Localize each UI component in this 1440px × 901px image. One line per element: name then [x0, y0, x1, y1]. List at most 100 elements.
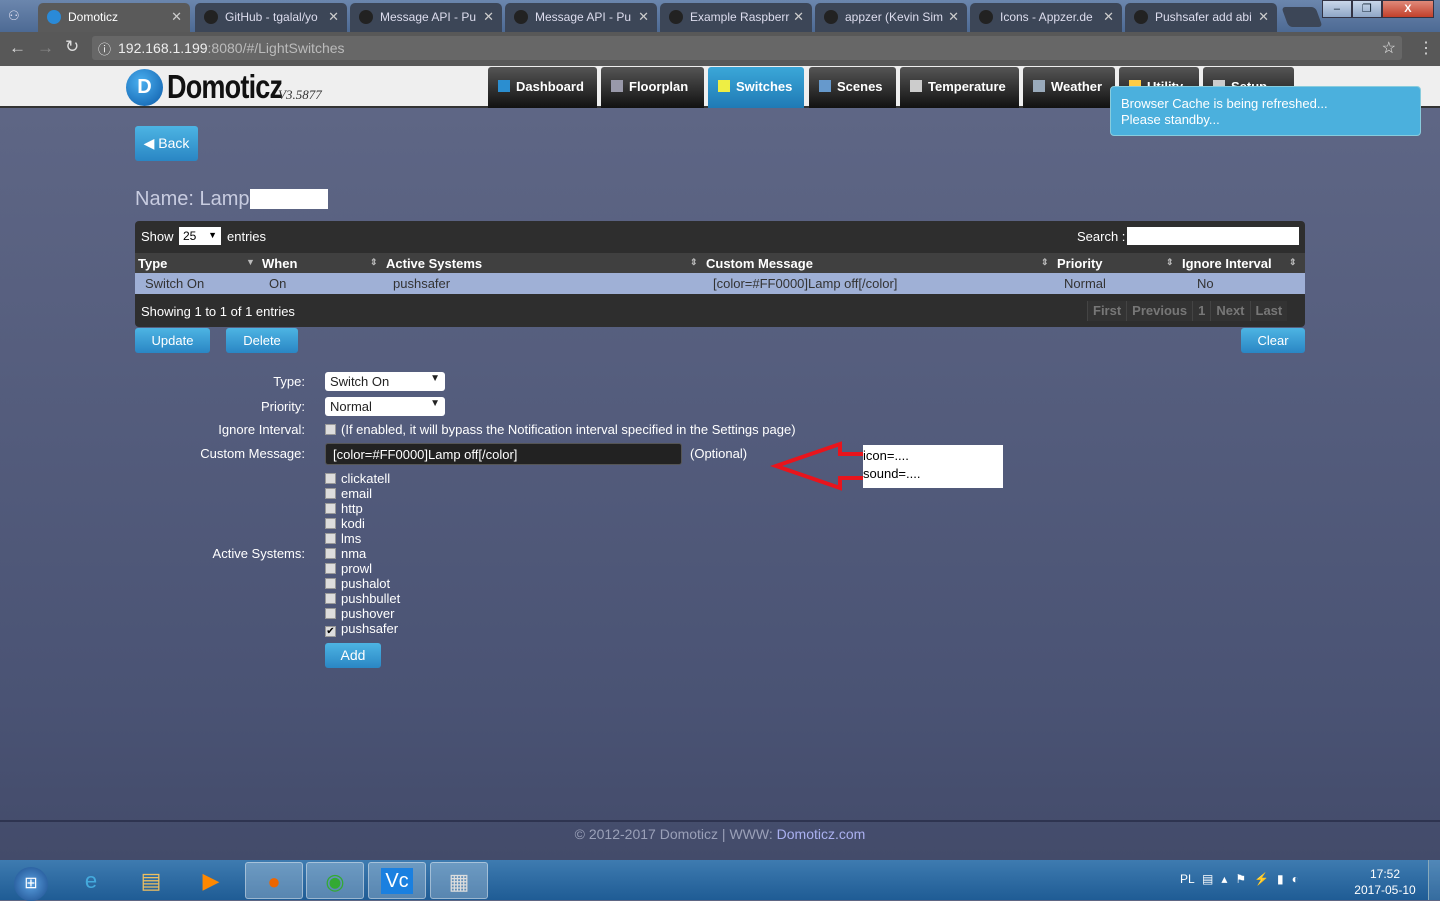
sort-icon[interactable]: ⇕: [690, 257, 698, 268]
tab-close-icon[interactable]: ✕: [328, 9, 339, 25]
nav-temperature[interactable]: Temperature: [900, 67, 1019, 108]
nav-weather[interactable]: Weather: [1023, 67, 1115, 108]
column-header[interactable]: When: [262, 256, 297, 271]
arrow-shape: [770, 441, 870, 491]
show-desktop-button[interactable]: [1428, 860, 1440, 900]
tab-close-icon[interactable]: ✕: [793, 9, 804, 25]
vc-app-icon[interactable]: Vc: [368, 862, 426, 899]
ignore-interval-checkbox[interactable]: [325, 424, 336, 435]
bookmark-star-icon[interactable]: ☆: [1382, 38, 1396, 58]
column-header[interactable]: Custom Message: [706, 256, 813, 271]
url-input[interactable]: ⓘ 192.168.1.199:8080/#/LightSwitches ☆: [92, 36, 1402, 60]
sort-icon[interactable]: ⇕: [1166, 257, 1174, 268]
column-header[interactable]: Ignore Interval: [1182, 256, 1272, 271]
nav-scenes[interactable]: Scenes: [809, 67, 896, 108]
footer-link[interactable]: Domoticz.com: [777, 826, 866, 842]
custom-message-label: Custom Message:: [200, 446, 305, 461]
sort-icon[interactable]: ⇕: [1041, 257, 1049, 268]
system-label: http: [341, 501, 363, 516]
delete-button[interactable]: Delete: [226, 328, 298, 353]
column-header[interactable]: Type: [138, 256, 167, 271]
tab-close-icon[interactable]: ✕: [948, 9, 959, 25]
type-select[interactable]: Switch On ▼: [325, 372, 445, 391]
calculator-icon[interactable]: ▦: [430, 862, 488, 899]
browser-tab[interactable]: Pushsafer add abi ✕: [1125, 3, 1277, 32]
tray-icons[interactable]: ▤▴⚑⚡▮◐: [1202, 872, 1307, 886]
system-checkbox[interactable]: [325, 548, 336, 559]
reload-icon[interactable]: ↻: [65, 37, 79, 57]
optional-hint: (Optional): [690, 446, 748, 461]
toast-line-2: Please standby...: [1121, 112, 1220, 127]
browser-tab[interactable]: appzer (Kevin Sim ✕: [815, 3, 967, 32]
browser-tab[interactable]: Domoticz ✕: [38, 3, 190, 32]
tab-title: Pushsafer add abi: [1155, 10, 1252, 24]
clock[interactable]: 17:52 2017-05-10: [1352, 866, 1418, 898]
tab-close-icon[interactable]: ✕: [171, 9, 182, 25]
browser-tab[interactable]: Message API - Pu ✕: [350, 3, 502, 32]
nav-switches[interactable]: Switches: [708, 67, 804, 108]
browser-tab[interactable]: Example Raspberr ✕: [660, 3, 812, 32]
search-input[interactable]: [1127, 227, 1299, 245]
system-checkbox[interactable]: [325, 473, 336, 484]
system-checkbox[interactable]: [325, 503, 336, 514]
start-button-icon[interactable]: ⊞: [2, 862, 60, 901]
tab-close-icon[interactable]: ✕: [1258, 9, 1269, 25]
system-checkbox[interactable]: [325, 608, 336, 619]
system-checkbox[interactable]: [325, 518, 336, 529]
firefox-icon[interactable]: ●: [245, 862, 303, 899]
clear-button[interactable]: Clear: [1241, 328, 1305, 353]
page-size-select[interactable]: 25 ▼: [179, 227, 221, 245]
sort-icon[interactable]: ⇕: [1289, 257, 1297, 268]
page-previous-button[interactable]: Previous: [1126, 301, 1192, 321]
custom-message-input[interactable]: [color=#FF0000]Lamp off[/color]: [325, 443, 682, 465]
forward-nav-icon[interactable]: →: [37, 38, 54, 58]
system-checkbox[interactable]: [325, 563, 336, 574]
new-tab-button[interactable]: [1281, 7, 1323, 27]
tab-close-icon[interactable]: ✕: [1103, 9, 1114, 25]
priority-select[interactable]: Normal ▼: [325, 397, 445, 416]
nav-floorplan[interactable]: Floorplan: [601, 67, 704, 108]
add-button[interactable]: Add: [325, 643, 381, 668]
chrome-icon[interactable]: ◉: [306, 862, 364, 899]
system-checkbox[interactable]: [325, 533, 336, 544]
tab-close-icon[interactable]: ✕: [483, 9, 494, 25]
active-systems-label: Active Systems:: [212, 546, 305, 561]
page-first-button[interactable]: First: [1087, 301, 1126, 321]
system-checkbox[interactable]: [325, 488, 336, 499]
back-nav-icon[interactable]: ←: [9, 38, 26, 58]
page-1-button[interactable]: 1: [1192, 301, 1210, 321]
browser-tab[interactable]: Message API - Pu ✕: [505, 3, 657, 32]
table-row[interactable]: Switch On On pushsafer [color=#FF0000]Lamp …: [135, 273, 1305, 294]
system-option-lms: lms: [325, 531, 361, 546]
footer-copyright: © 2012-2017 Domoticz | WWW:: [574, 826, 777, 842]
ignore-interval-row: (If enabled, it will bypass the Notifica…: [325, 422, 796, 437]
system-label: email: [341, 486, 373, 501]
back-label: Back: [158, 135, 190, 151]
language-indicator[interactable]: PL: [1180, 872, 1195, 886]
tab-close-icon[interactable]: ✕: [638, 9, 649, 25]
browser-tab[interactable]: Icons - Appzer.de ✕: [970, 3, 1122, 32]
update-button[interactable]: Update: [135, 328, 210, 353]
close-window-button[interactable]: X: [1381, 0, 1434, 18]
sort-icon[interactable]: ▼: [246, 257, 255, 267]
system-checkbox[interactable]: [325, 578, 336, 589]
file-explorer-icon[interactable]: ▤: [122, 862, 180, 899]
browser-tab[interactable]: GitHub - tgalal/yo ✕: [195, 3, 347, 32]
media-player-icon[interactable]: ▶: [182, 862, 240, 899]
page-next-button[interactable]: Next: [1210, 301, 1249, 321]
restore-button[interactable]: ❐: [1351, 0, 1382, 18]
column-header[interactable]: Priority: [1057, 256, 1103, 271]
sort-icon[interactable]: ⇕: [370, 257, 378, 268]
system-checkbox[interactable]: [325, 593, 336, 604]
menu-dots-icon[interactable]: ⋮: [1418, 38, 1434, 58]
internet-explorer-icon[interactable]: e: [62, 862, 120, 899]
device-name: Name: Lamp: [135, 188, 250, 211]
back-button[interactable]: ◀ Back: [135, 126, 198, 161]
column-header[interactable]: Active Systems: [386, 256, 482, 271]
switches-icon: [718, 80, 730, 92]
minimize-button[interactable]: –: [1322, 0, 1352, 18]
system-checkbox[interactable]: ✔: [325, 626, 336, 637]
nav-dashboard[interactable]: Dashboard: [488, 67, 597, 108]
page-last-button[interactable]: Last: [1249, 301, 1288, 321]
domoticz-logo-icon: D: [126, 69, 163, 106]
